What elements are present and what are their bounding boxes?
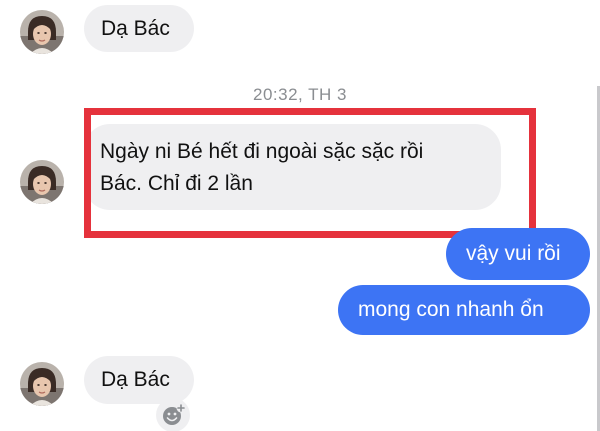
contact-avatar-icon[interactable]: [20, 362, 64, 406]
highlight-annotation-box: [84, 108, 536, 238]
message-text: Dạ Bác: [101, 368, 170, 391]
add-reaction-smiley-icon: [163, 403, 186, 425]
message-bubble-outgoing[interactable]: mong con nhanh ổn: [338, 285, 590, 335]
message-bubble-outgoing[interactable]: vậy vui rồi: [446, 228, 590, 280]
chat-thread: Dạ Bác 20:32, TH 3 Ngày ni Bé hết đi ngo…: [0, 0, 600, 431]
message-bubble-incoming[interactable]: Dạ Bác: [84, 356, 194, 404]
message-text: vậy vui rồi: [466, 242, 561, 265]
contact-avatar-icon[interactable]: [20, 160, 64, 204]
message-text: Dạ Bác: [101, 17, 170, 40]
add-reaction-button[interactable]: [156, 398, 190, 431]
message-timestamp: 20:32, TH 3: [252, 85, 348, 104]
message-bubble-incoming[interactable]: Dạ Bác: [84, 5, 194, 52]
contact-avatar-icon[interactable]: [20, 10, 64, 54]
message-text: mong con nhanh ổn: [358, 298, 544, 321]
